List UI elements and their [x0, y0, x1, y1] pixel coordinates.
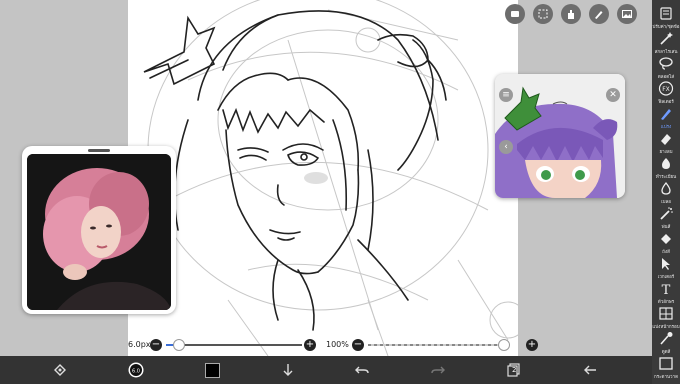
color-swatch[interactable]	[202, 360, 222, 380]
redo-icon[interactable]	[428, 360, 448, 380]
preview-back-icon[interactable]: ‹	[499, 140, 513, 154]
tool-eyedropper[interactable]: ดูดสี	[652, 329, 680, 355]
transform-icon[interactable]	[50, 360, 70, 380]
tool-select[interactable]: เวกเตอร์	[652, 254, 680, 280]
back-icon[interactable]	[580, 360, 600, 380]
tool-lasso[interactable]: ตลอดไส่	[652, 54, 680, 80]
settings-icon	[658, 4, 674, 25]
layer-count: 2	[512, 366, 517, 374]
tool-canvas[interactable]: กระดานวาด	[652, 354, 680, 380]
fx-icon: FX	[658, 79, 674, 100]
fill-icon	[658, 229, 674, 250]
opacity-plus-button[interactable]: +	[526, 339, 538, 351]
drag-handle[interactable]	[88, 149, 110, 152]
brush-icon	[658, 104, 674, 125]
tool-text[interactable]: T ตัวอักษร	[652, 279, 680, 305]
brush-size-value: 6.0px	[128, 340, 151, 349]
sketch-drawing	[143, 0, 518, 356]
pen-tool-icon[interactable]	[589, 4, 609, 24]
tool-smudge[interactable]: ทำระเบียน	[652, 154, 680, 180]
preview-window[interactable]: ≡ ✕ ‹	[495, 74, 625, 198]
brush-size-minus-button[interactable]: −	[150, 339, 162, 351]
eyedropper-icon	[658, 329, 674, 350]
preview-close-icon[interactable]: ✕	[606, 88, 620, 102]
tool-magic-wand[interactable]: สกลาไรเสน	[652, 29, 680, 55]
layers-icon[interactable]: 2	[504, 360, 524, 380]
selection-icon[interactable]	[533, 4, 553, 24]
reference-photo	[27, 154, 171, 310]
svg-text:T: T	[662, 283, 671, 296]
opacity-value: 100%	[326, 340, 349, 349]
text-icon: T	[658, 279, 674, 300]
layer-settings-icon[interactable]	[505, 4, 525, 24]
svg-text:6.0: 6.0	[132, 369, 140, 375]
canvas-icon	[658, 354, 674, 375]
magic-wand-icon	[658, 29, 674, 50]
tool-spray[interactable]: พ่นสี	[652, 204, 680, 230]
blur-icon	[658, 179, 674, 200]
drawing-canvas[interactable]	[128, 0, 518, 356]
opacity-track[interactable]	[368, 344, 504, 346]
smudge-icon	[658, 154, 674, 175]
tool-fill[interactable]: ถังสี	[652, 229, 680, 255]
undo-icon[interactable]	[352, 360, 372, 380]
tool-frame[interactable]: แบ่งหน้ากรอบ	[652, 304, 680, 330]
brush-size-track[interactable]	[166, 344, 302, 346]
canvas-area[interactable]: ≡ ✕ ‹ 6.0px − + 100% − +	[0, 0, 652, 356]
brush-size-knob[interactable]	[172, 339, 185, 351]
hand-icon[interactable]	[561, 4, 581, 24]
image-icon[interactable]	[617, 4, 637, 24]
tool-settings[interactable]: ปรับค่า/ชุดข้อ	[652, 4, 680, 30]
select-icon	[658, 254, 674, 275]
right-toolbar: ปรับค่า/ชุดข้อ สกลาไรเสน ตลอดไส่ FX ฟิลเตอร์…	[652, 0, 680, 384]
bottom-toolbar: 6.0 2	[0, 356, 652, 384]
preview-menu-icon[interactable]: ≡	[499, 88, 513, 102]
eraser-icon	[658, 129, 674, 150]
reference-window[interactable]	[22, 146, 176, 314]
opacity-knob[interactable]	[498, 339, 510, 351]
brush-size-plus-button[interactable]: +	[304, 339, 316, 351]
tool-label: กระดานวาด	[653, 375, 679, 380]
brush-slider-bar: 6.0px − + 100% − +	[128, 336, 538, 354]
svg-text:FX: FX	[662, 86, 670, 93]
frame-icon	[658, 304, 674, 325]
spray-icon	[658, 204, 674, 225]
brush-size-fill	[166, 344, 173, 346]
lasso-icon	[658, 54, 674, 75]
opacity-minus-button[interactable]: −	[352, 339, 364, 351]
tool-blur[interactable]: เบลอ	[652, 179, 680, 205]
move-down-icon[interactable]	[278, 360, 298, 380]
tool-brush[interactable]: แปรง	[652, 104, 680, 130]
brush-preview-icon[interactable]: 6.0	[126, 360, 146, 380]
tool-eraser[interactable]: ยางลบ	[652, 129, 680, 155]
tool-fx[interactable]: FX ฟิลเตอร์	[652, 79, 680, 105]
